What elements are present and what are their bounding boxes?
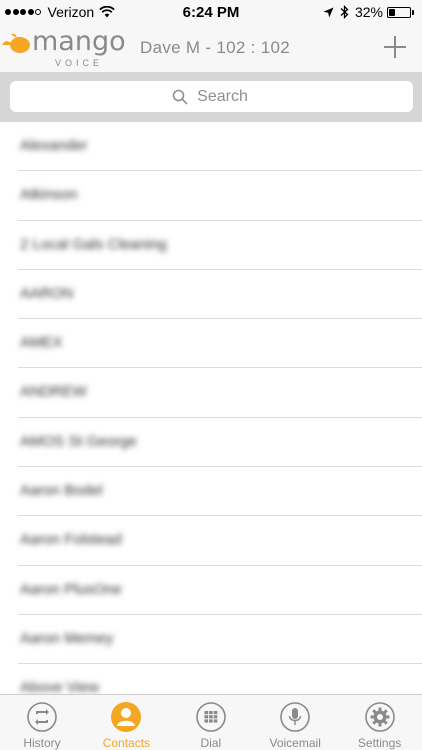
tab-label: Dial: [200, 736, 222, 750]
history-icon: [27, 702, 57, 732]
contact-row[interactable]: AARON: [18, 270, 422, 320]
battery-icon: [387, 6, 411, 18]
tab-dial[interactable]: Dial: [169, 695, 253, 750]
add-contact-button[interactable]: [382, 34, 408, 60]
mango-logo-icon: [2, 33, 30, 53]
status-right: 32%: [323, 4, 414, 20]
tab-history[interactable]: History: [0, 695, 84, 750]
contact-row[interactable]: ANDREW: [18, 368, 422, 418]
mango-voice-logo: mango VOICE: [2, 26, 126, 69]
logo-wordmark: mango: [32, 26, 126, 57]
tab-label: Settings: [357, 736, 402, 750]
contact-name: ANDREW: [20, 383, 87, 401]
logo-subtitle: VOICE: [55, 58, 104, 68]
contact-row[interactable]: Aaron Memey: [18, 615, 422, 665]
contacts-icon: [111, 702, 142, 732]
search-input[interactable]: [10, 81, 413, 112]
app-header: mango VOICE Dave M - 102 : 102: [0, 24, 422, 72]
contact-row[interactable]: Alexander: [18, 122, 422, 172]
battery-fill: [389, 8, 396, 16]
contact-row[interactable]: AMEX: [18, 319, 422, 369]
contact-name: 2 Local Gals Cleaning: [20, 235, 167, 253]
tab-label: Contacts: [102, 736, 151, 750]
contact-name: AARON: [20, 284, 74, 302]
contact-name: Aaron PlusOne: [20, 580, 122, 598]
user-extension-title: Dave M - 102 : 102: [140, 38, 290, 57]
contact-row[interactable]: Atkinson: [18, 171, 422, 221]
contact-row[interactable]: Aaron PlusOne: [18, 566, 422, 615]
battery-percent: 32%: [354, 4, 383, 20]
tab-contacts[interactable]: Contacts: [84, 695, 168, 750]
contact-name: Atkinson: [20, 186, 78, 204]
contact-name: Alexander: [20, 137, 88, 154]
battery-tip: [412, 9, 414, 15]
contact-row[interactable]: Aaron Folstead: [18, 516, 422, 566]
location-arrow-icon: [323, 7, 334, 17]
contact-row[interactable]: Aaron Bodel: [18, 467, 422, 517]
search-bar: [0, 72, 422, 122]
contact-row[interactable]: Above View: [18, 664, 422, 694]
tab-settings[interactable]: Settings: [338, 695, 422, 750]
settings-icon: [364, 702, 395, 732]
status-bar: Verizon 6:24 PM 32%: [0, 0, 422, 24]
contact-row[interactable]: AMOS St George: [18, 418, 422, 468]
tab-label: History: [23, 736, 61, 750]
tab-voicemail[interactable]: Voicemail: [253, 695, 337, 750]
voicemail-icon: [280, 702, 310, 732]
dialpad-icon: [195, 702, 226, 732]
contact-name: Aaron Folstead: [20, 531, 122, 549]
bluetooth-icon: [340, 5, 349, 19]
contact-name: Above View: [20, 679, 99, 694]
contact-name: AMOS St George: [20, 432, 137, 450]
contact-name: Aaron Memey: [20, 629, 114, 647]
tab-label: Voicemail: [269, 736, 321, 750]
contact-row[interactable]: 2 Local Gals Cleaning: [18, 221, 422, 270]
contact-name: AMEX: [20, 334, 63, 352]
contact-name: Aaron Bodel: [20, 482, 103, 500]
tab-bar: History Contacts Dial Voicemail Settings: [0, 694, 422, 750]
contacts-list: Alexander Atkinson 2 Local Gals Cleaning AA…: [0, 122, 422, 694]
